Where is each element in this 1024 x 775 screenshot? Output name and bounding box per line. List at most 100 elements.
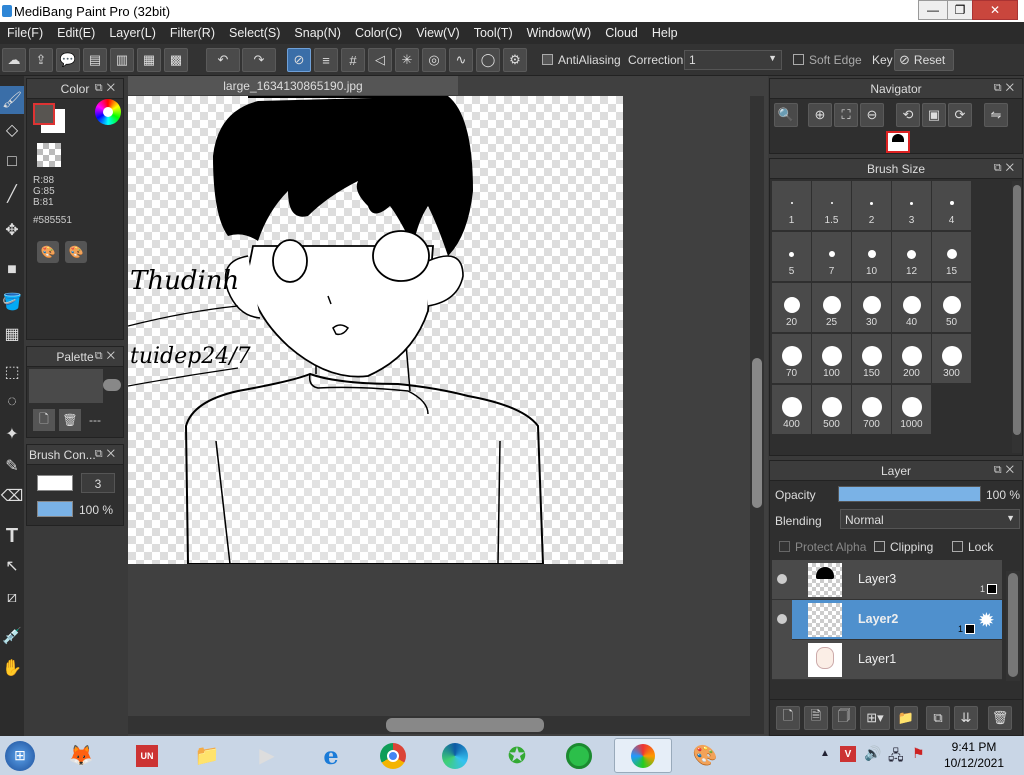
magic-wand-tool-icon[interactable]: ✦	[0, 420, 24, 448]
minimize-button[interactable]: —	[918, 0, 948, 20]
zoom-in-icon[interactable]: ⊕	[808, 103, 832, 127]
zoom-out-icon[interactable]: ⊖	[860, 103, 884, 127]
file-explorer-icon[interactable]: 📁	[178, 738, 236, 773]
horizontal-scrollbar[interactable]	[128, 716, 764, 734]
brush-size-option-7[interactable]: 7	[812, 232, 851, 281]
flip-horizontal-icon[interactable]: ⇋	[984, 103, 1008, 127]
no-snap-icon[interactable]: ⊘	[287, 48, 311, 72]
rotate-left-icon[interactable]: ⟲	[896, 103, 920, 127]
rotate-reset-icon[interactable]: ▣	[922, 103, 946, 127]
color-palette-icon[interactable]: 🎨	[37, 241, 59, 263]
brush-size-option-4[interactable]: 4	[932, 181, 971, 230]
color-wheel-icon[interactable]	[95, 99, 121, 125]
brush-size-option-2[interactable]: 2	[852, 181, 891, 230]
tray-expand-icon[interactable]: ▲	[820, 748, 830, 759]
brush-size-option-300[interactable]: 300	[932, 334, 971, 383]
brush-size-scroll-thumb[interactable]	[1013, 185, 1021, 435]
menu-tool[interactable]: Tool(T)	[467, 26, 520, 40]
menu-select[interactable]: Select(S)	[222, 26, 287, 40]
rotate-right-icon[interactable]: ⟳	[948, 103, 972, 127]
dot-tool-icon[interactable]: □	[0, 148, 24, 176]
protect-alpha-checkbox[interactable]	[779, 541, 790, 552]
menu-layer[interactable]: Layer(L)	[102, 26, 163, 40]
brush-size-option-1000[interactable]: 1000	[892, 385, 931, 434]
brush-size-option-50[interactable]: 50	[932, 283, 971, 332]
circle-snap-icon[interactable]: ◎	[422, 48, 446, 72]
lock-checkbox[interactable]	[952, 541, 963, 552]
paint-icon[interactable]: 🎨	[676, 738, 734, 773]
fill-rect-tool-icon[interactable]: ■	[0, 256, 24, 284]
menu-cloud[interactable]: Cloud	[598, 26, 645, 40]
layer2-visibility-cell[interactable]	[772, 600, 792, 640]
layer-scrollbar[interactable]	[1006, 571, 1020, 681]
merge-down-icon[interactable]: ⇊	[954, 706, 978, 730]
eraser-tool-icon[interactable]: ◇	[0, 116, 24, 144]
ellipse-snap-icon[interactable]: ◯	[476, 48, 500, 72]
layer-row-layer2[interactable]: Layer2 1 ✹	[792, 600, 1002, 640]
hand-tool-icon[interactable]: ✋	[0, 654, 24, 682]
menu-snap[interactable]: Snap(N)	[287, 26, 348, 40]
select-pen-tool-icon[interactable]: ✎	[0, 452, 24, 480]
brush-size-option-12[interactable]: 12	[892, 232, 931, 281]
perspective-snap-icon[interactable]: ◁	[368, 48, 392, 72]
brush-size-option-700[interactable]: 700	[852, 385, 891, 434]
redo-button[interactable]: ↷	[242, 48, 276, 72]
brush-size-option-30[interactable]: 30	[852, 283, 891, 332]
add-layer-dropdown-icon[interactable]: ⊞▾	[860, 706, 890, 730]
eyedropper-tool-icon[interactable]: 💉	[0, 622, 24, 650]
operation-tool-icon[interactable]: ↖	[0, 552, 24, 580]
menu-filter[interactable]: Filter(R)	[163, 26, 222, 40]
brush-size-scrollbar[interactable]	[1012, 181, 1022, 453]
panel-layout-icon[interactable]: ▦	[137, 48, 161, 72]
lasso-tool-icon[interactable]: ◌	[0, 388, 24, 416]
move-tool-icon[interactable]: ✥	[0, 216, 24, 244]
panel-popout-close-icon[interactable]: ⧉✕	[994, 464, 1018, 477]
clock-time[interactable]: 9:41 PM	[944, 740, 1004, 754]
parallel-snap-icon[interactable]: ≡	[314, 48, 338, 72]
brush-size-option-3[interactable]: 3	[892, 181, 931, 230]
edge-icon[interactable]	[426, 738, 484, 773]
clock-date[interactable]: 10/12/2021	[940, 756, 1008, 770]
crosshatch-snap-icon[interactable]: #	[341, 48, 365, 72]
horizontal-scroll-thumb[interactable]	[386, 718, 544, 732]
bucket-tool-icon[interactable]: 🪣	[0, 288, 24, 316]
layer-row-layer3[interactable]: Layer3 1	[772, 560, 1002, 600]
firefox-icon[interactable]: 🦊	[52, 738, 110, 773]
panel-popout-close-icon[interactable]: ⧉✕	[95, 448, 119, 461]
select-eraser-tool-icon[interactable]: ⌫	[0, 482, 24, 510]
internet-explorer-icon[interactable]: e	[302, 738, 360, 773]
brush-size-input[interactable]: 3	[81, 473, 115, 493]
brush-size-option-500[interactable]: 500	[812, 385, 851, 434]
network-icon[interactable]: 🖧	[888, 745, 904, 769]
brush-size-option-1[interactable]: 1	[772, 181, 811, 230]
navigator-preview[interactable]	[886, 131, 910, 153]
layer-scroll-thumb[interactable]	[1008, 573, 1018, 677]
brush-size-option-10[interactable]: 10	[852, 232, 891, 281]
volume-icon[interactable]: 🔊	[864, 745, 881, 762]
undo-button[interactable]: ↶	[206, 48, 240, 72]
menu-color[interactable]: Color(C)	[348, 26, 409, 40]
brush-size-option-40[interactable]: 40	[892, 283, 931, 332]
panel-popout-close-icon[interactable]: ⧉✕	[95, 82, 119, 95]
palette-swatch-area[interactable]	[29, 369, 103, 403]
new-8bit-layer-icon[interactable]: 🗎	[804, 706, 828, 730]
page-icon[interactable]: ▥	[110, 48, 134, 72]
color-palette-add-icon[interactable]: 🎨	[65, 241, 87, 263]
zoom-actual-icon[interactable]: 🔍	[774, 103, 798, 127]
duplicate-layer-icon[interactable]: ⧉	[926, 706, 950, 730]
grid-layout-icon[interactable]: ▩	[164, 48, 188, 72]
brush-size-option-1.5[interactable]: 1.5	[812, 181, 851, 230]
antialiasing-checkbox[interactable]	[542, 54, 553, 65]
new-1bit-layer-icon[interactable]: 🗍	[832, 706, 856, 730]
medibang-taskbar-icon[interactable]	[614, 738, 672, 773]
menu-edit[interactable]: Edit(E)	[50, 26, 102, 40]
brush-size-option-70[interactable]: 70	[772, 334, 811, 383]
delete-palette-icon[interactable]: 🗑	[59, 409, 81, 431]
unikey-tray-icon[interactable]: V	[840, 746, 856, 762]
menu-view[interactable]: View(V)	[409, 26, 467, 40]
opacity-slider[interactable]	[838, 486, 981, 502]
panel-popout-close-icon[interactable]: ⧉✕	[994, 162, 1018, 175]
brush-size-option-20[interactable]: 20	[772, 283, 811, 332]
chrome-icon[interactable]	[364, 738, 422, 773]
visibility-eye-icon[interactable]	[777, 614, 787, 624]
